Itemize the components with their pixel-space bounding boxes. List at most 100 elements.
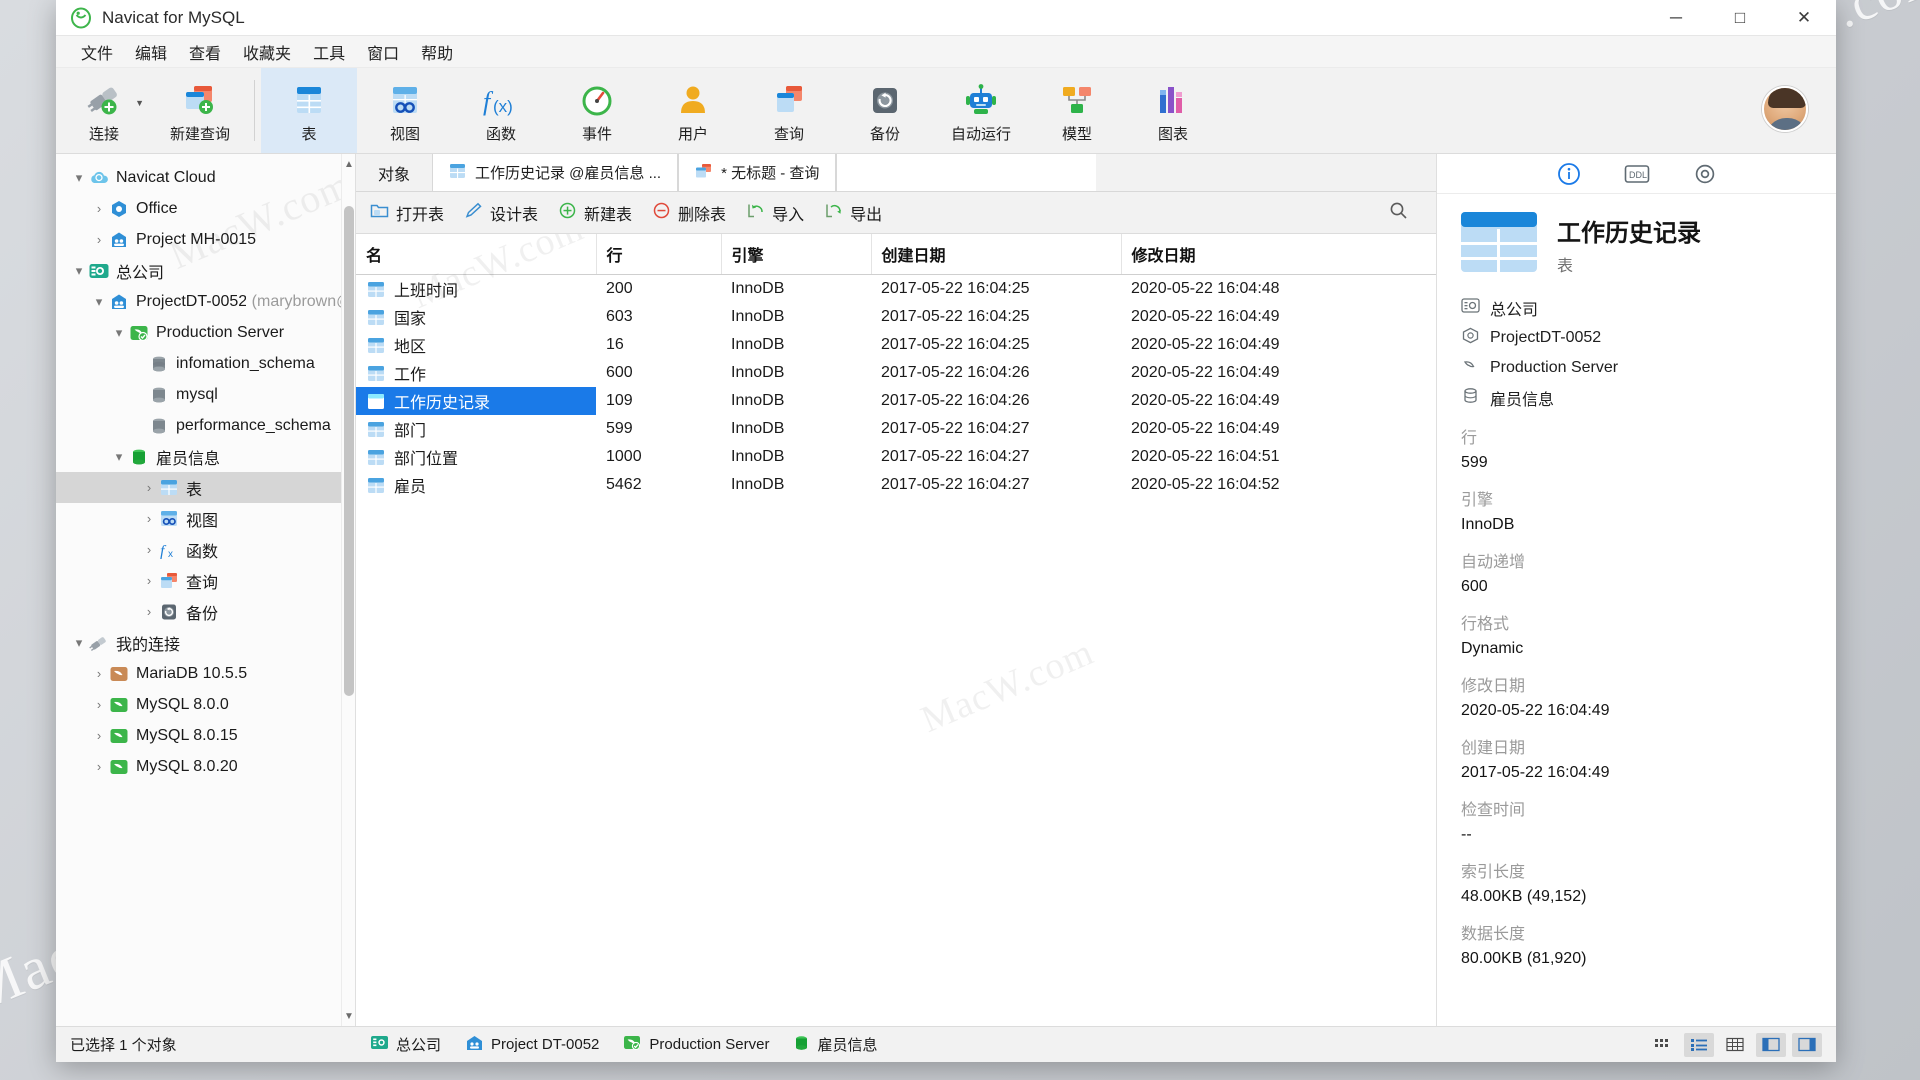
- chevron-down-icon[interactable]: ▼: [135, 98, 144, 108]
- chevron-down-icon[interactable]: ▾: [70, 263, 88, 279]
- sidebar-scrollbar[interactable]: ▲ ▼: [341, 154, 355, 1026]
- tree-node-mysql-db[interactable]: › mysql: [56, 379, 355, 410]
- export-button[interactable]: 导出: [824, 201, 882, 225]
- tree-node-performance-schema[interactable]: › performance_schema: [56, 410, 355, 441]
- table-row[interactable]: 上班时间 200 InnoDB 2017-05-22 16:04:25 2020…: [356, 275, 1436, 304]
- toolbar-function[interactable]: f (x) 函数: [453, 68, 549, 153]
- tables-grid[interactable]: MacW.com MacW.com 名 行 引擎 创建日期 修改日期 上班时间 …: [356, 234, 1436, 1026]
- chevron-right-icon[interactable]: ›: [140, 511, 158, 526]
- cell-name[interactable]: 工作: [356, 359, 596, 387]
- menu-tools[interactable]: 工具: [302, 37, 356, 67]
- table-row[interactable]: 地区 16 InnoDB 2017-05-22 16:04:25 2020-05…: [356, 331, 1436, 359]
- chevron-down-icon[interactable]: ▾: [110, 325, 128, 341]
- toolbar-connection[interactable]: 连接 ▼: [56, 68, 152, 153]
- cell-name[interactable]: 雇员: [356, 471, 596, 499]
- tree-node-backups[interactable]: › 备份: [56, 596, 355, 627]
- toolbar-model[interactable]: 模型: [1029, 68, 1125, 153]
- new-table-button[interactable]: 新建表: [558, 201, 632, 225]
- status-item-project[interactable]: Project DT-0052: [465, 1035, 599, 1055]
- table-row[interactable]: 雇员 5462 InnoDB 2017-05-22 16:04:27 2020-…: [356, 471, 1436, 499]
- toolbar-new-query[interactable]: 新建查询: [152, 68, 248, 153]
- sidebar-scrollbar-thumb[interactable]: [344, 206, 354, 696]
- toolbar-backup[interactable]: 备份: [837, 68, 933, 153]
- chevron-right-icon[interactable]: ›: [90, 697, 108, 712]
- chevron-right-icon[interactable]: ›: [90, 759, 108, 774]
- menu-help[interactable]: 帮助: [410, 37, 464, 67]
- minimize-button[interactable]: ─: [1644, 0, 1708, 35]
- menu-file[interactable]: 文件: [70, 37, 124, 67]
- tab-work-history[interactable]: 工作历史记录 @雇员信息 ...: [432, 154, 679, 191]
- table-row[interactable]: 工作 600 InnoDB 2017-05-22 16:04:26 2020-0…: [356, 359, 1436, 387]
- toolbar-table[interactable]: 表: [261, 68, 357, 153]
- user-avatar[interactable]: [1762, 86, 1808, 132]
- close-button[interactable]: ✕: [1772, 0, 1836, 35]
- menu-window[interactable]: 窗口: [356, 37, 410, 67]
- column-header-rows[interactable]: 行: [596, 234, 722, 275]
- table-row[interactable]: 部门位置 1000 InnoDB 2017-05-22 16:04:27 202…: [356, 443, 1436, 471]
- chevron-right-icon[interactable]: ›: [90, 666, 108, 681]
- maximize-button[interactable]: □: [1708, 0, 1772, 35]
- toolbar-view[interactable]: 视图: [357, 68, 453, 153]
- chevron-right-icon[interactable]: ›: [140, 573, 158, 588]
- tree-node-my-connections[interactable]: ▾ 我的连接: [56, 627, 355, 658]
- gear-icon[interactable]: [1692, 161, 1718, 187]
- chevron-right-icon[interactable]: ›: [140, 604, 158, 619]
- tree-node-infomation-schema[interactable]: › infomation_schema: [56, 348, 355, 379]
- status-item-database[interactable]: 雇员信息: [793, 1034, 877, 1055]
- info-circle-icon[interactable]: [1556, 161, 1582, 187]
- tree-node-headquarters[interactable]: ▾ 总公司: [56, 255, 355, 286]
- column-header-created[interactable]: 创建日期: [871, 234, 1122, 275]
- table-row[interactable]: 部门 599 InnoDB 2017-05-22 16:04:27 2020-0…: [356, 415, 1436, 443]
- view-list-icon[interactable]: [1684, 1032, 1714, 1057]
- chevron-right-icon[interactable]: ›: [90, 201, 108, 216]
- tab-untitled-query[interactable]: * 无标题 - 查询: [678, 154, 837, 191]
- status-item-server[interactable]: Production Server: [623, 1035, 769, 1055]
- import-button[interactable]: 导入: [746, 201, 804, 225]
- toolbar-automation[interactable]: 自动运行: [933, 68, 1029, 153]
- tree-node-mysql-8020[interactable]: › MySQL 8.0.20: [56, 751, 355, 782]
- toolbar-chart[interactable]: 图表: [1125, 68, 1221, 153]
- tree-node-functions[interactable]: › fx 函数: [56, 534, 355, 565]
- cell-name[interactable]: 地区: [356, 331, 596, 359]
- cell-name[interactable]: 国家: [356, 303, 596, 331]
- tree-node-production-server[interactable]: ▾ Production Server: [56, 317, 355, 348]
- tree-node-mysql-800[interactable]: › MySQL 8.0.0: [56, 689, 355, 720]
- chevron-right-icon[interactable]: ›: [140, 480, 158, 495]
- table-row[interactable]: 国家 603 InnoDB 2017-05-22 16:04:25 2020-0…: [356, 303, 1436, 331]
- tree-node-employee-info[interactable]: ▾ 雇员信息: [56, 441, 355, 472]
- column-header-name[interactable]: 名: [356, 234, 597, 275]
- ddl-icon[interactable]: DDL: [1624, 161, 1650, 187]
- tree-node-queries[interactable]: › 查询: [56, 565, 355, 596]
- scroll-up-icon[interactable]: ▲: [342, 154, 355, 174]
- chevron-down-icon[interactable]: ▾: [70, 635, 88, 651]
- cell-name[interactable]: 部门: [356, 415, 596, 443]
- object-tree[interactable]: MacW.com ▾ Navicat Cloud › Office › Proj…: [56, 154, 355, 1026]
- tree-node-project-mh-0015[interactable]: › Project MH-0015: [56, 224, 355, 255]
- open-table-button[interactable]: 打开表: [370, 201, 444, 225]
- cell-name[interactable]: 上班时间: [356, 275, 596, 303]
- chevron-right-icon[interactable]: ›: [140, 542, 158, 557]
- status-item-company[interactable]: 总公司: [370, 1034, 441, 1055]
- design-table-button[interactable]: 设计表: [464, 201, 538, 225]
- search-icon[interactable]: [1389, 201, 1408, 225]
- breadcrumb-item-server[interactable]: Production Server: [1461, 353, 1812, 383]
- toolbar-query[interactable]: 查询: [741, 68, 837, 153]
- tree-node-navicat-cloud[interactable]: ▾ Navicat Cloud: [56, 162, 355, 193]
- panel-left-icon[interactable]: [1756, 1032, 1786, 1057]
- tree-node-tables[interactable]: › 表: [56, 472, 355, 503]
- breadcrumb-item-database[interactable]: 雇员信息: [1461, 383, 1812, 413]
- chevron-down-icon[interactable]: ▾: [70, 170, 88, 186]
- chevron-right-icon[interactable]: ›: [90, 232, 108, 247]
- column-header-engine[interactable]: 引擎: [721, 234, 872, 275]
- breadcrumb-item-company[interactable]: 总公司: [1461, 293, 1812, 323]
- cell-name[interactable]: 工作历史记录: [356, 387, 596, 415]
- chevron-down-icon[interactable]: ▾: [90, 294, 108, 310]
- delete-table-button[interactable]: 删除表: [652, 201, 726, 225]
- tree-node-mariadb-1055[interactable]: › MariaDB 10.5.5: [56, 658, 355, 689]
- tree-node-projectdt-0052[interactable]: ▾ ProjectDT-0052 (marybrown@: [56, 286, 355, 317]
- chevron-down-icon[interactable]: ▾: [110, 449, 128, 465]
- tree-node-office[interactable]: › Office: [56, 193, 355, 224]
- scroll-down-icon[interactable]: ▼: [342, 1006, 355, 1026]
- column-header-modified[interactable]: 修改日期: [1121, 234, 1436, 275]
- tree-node-mysql-8015[interactable]: › MySQL 8.0.15: [56, 720, 355, 751]
